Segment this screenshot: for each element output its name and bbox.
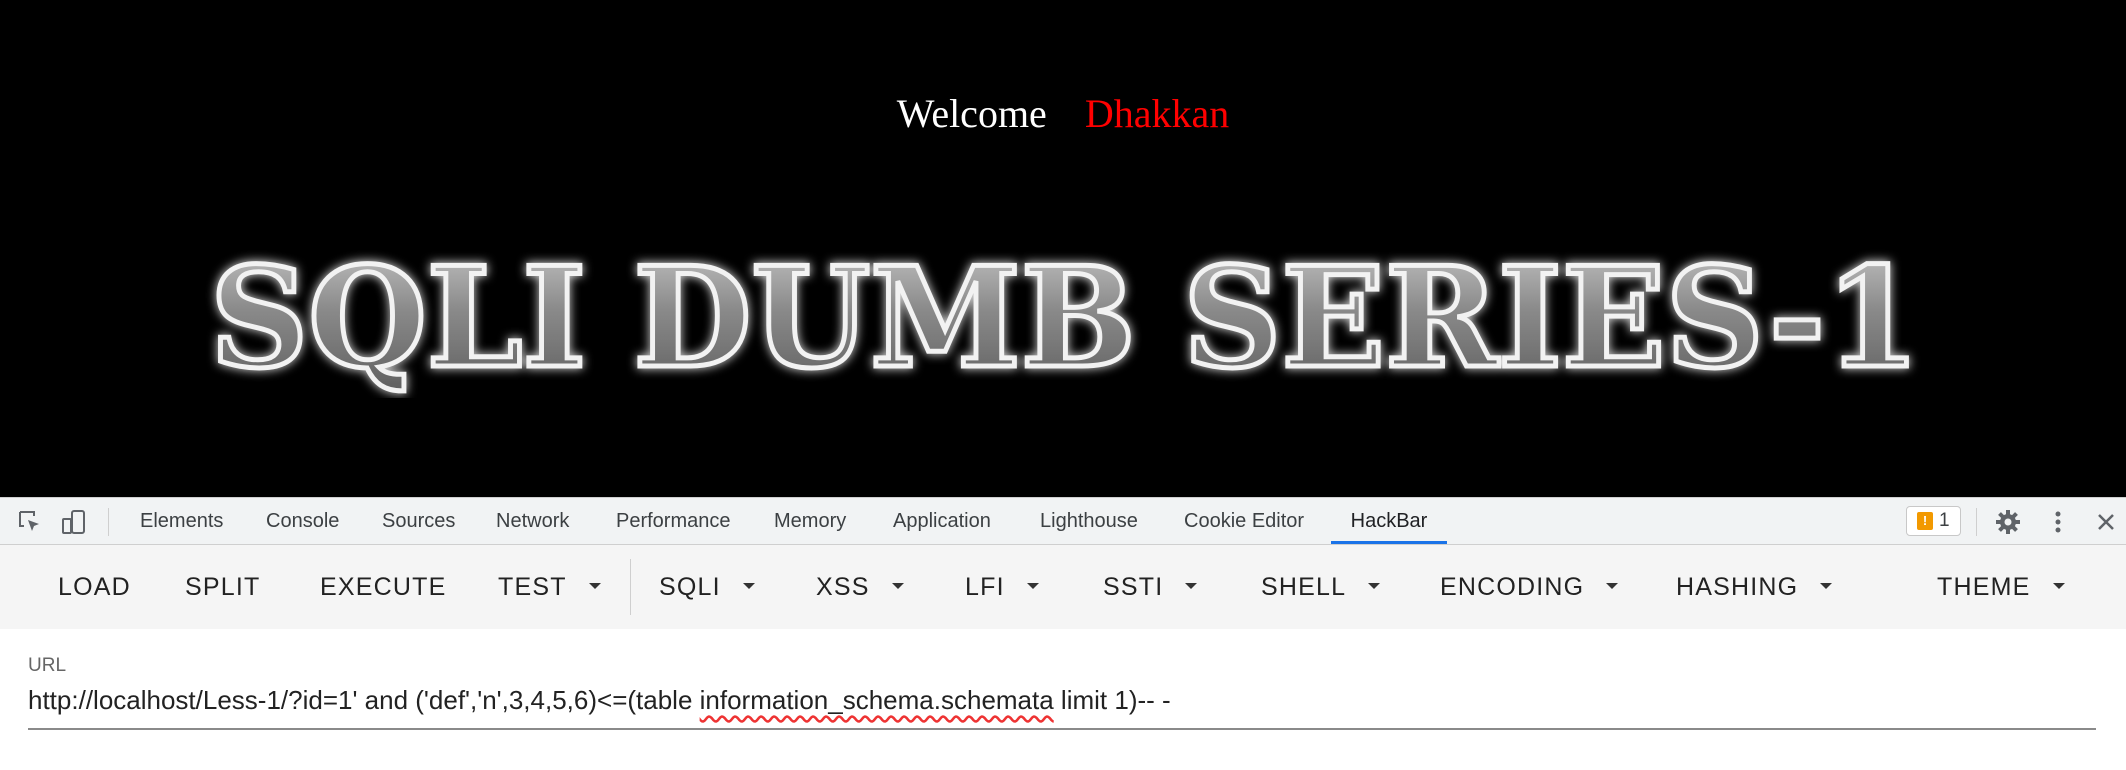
- user-name: Dhakkan: [1084, 91, 1230, 136]
- welcome-text: Welcome: [896, 91, 1047, 136]
- issues-badge[interactable]: ! 1: [1906, 506, 1961, 536]
- execute-button-label: EXECUTE: [320, 573, 447, 601]
- chevron-down-icon: [1606, 583, 1619, 590]
- tab-lighthouse[interactable]: Lighthouse: [1028, 498, 1150, 544]
- tab-cookie-editor[interactable]: Cookie Editor: [1172, 498, 1316, 544]
- chevron-down-icon: [1026, 583, 1039, 590]
- encoding-menu-label: ENCODING: [1440, 573, 1585, 601]
- url-text-part: limit 1)-- -: [1053, 685, 1171, 715]
- tab-console[interactable]: Console: [254, 498, 351, 544]
- welcome-line: Welcome Dhakkan: [0, 90, 2126, 137]
- theme-menu-button[interactable]: THEME: [1937, 545, 2065, 629]
- url-text-part: http://localhost/Less-1/?id=1' and ('def…: [28, 685, 700, 715]
- tab-sources[interactable]: Sources: [370, 498, 467, 544]
- lfi-menu-label: LFI: [965, 573, 1005, 601]
- load-button-label: LOAD: [58, 573, 131, 601]
- settings-gear-icon[interactable]: [1994, 508, 2022, 536]
- xss-menu-button[interactable]: XSS: [816, 545, 904, 629]
- toolbar-divider: [1976, 508, 1977, 536]
- shell-menu-button[interactable]: SHELL: [1261, 545, 1381, 629]
- url-input[interactable]: http://localhost/Less-1/?id=1' and ('def…: [28, 685, 2096, 730]
- tab-elements[interactable]: Elements: [128, 498, 235, 544]
- devtools-tab-strip: Elements Console Sources Network Perform…: [0, 497, 2126, 545]
- page-viewport: Welcome Dhakkan SQLI DUMB SERIES-1: [0, 0, 2126, 497]
- tab-network[interactable]: Network: [484, 498, 581, 544]
- sqli-menu-button[interactable]: SQLI: [659, 545, 755, 629]
- shell-menu-label: SHELL: [1261, 573, 1347, 601]
- tab-performance[interactable]: Performance: [604, 498, 743, 544]
- split-button-label: SPLIT: [185, 573, 261, 601]
- chevron-down-icon: [742, 583, 755, 590]
- chevron-down-icon: [2052, 583, 2065, 590]
- chevron-down-icon: [1820, 583, 1833, 590]
- tab-application[interactable]: Application: [881, 498, 1003, 544]
- hashing-menu-button[interactable]: HASHING: [1676, 545, 1833, 629]
- load-button[interactable]: LOAD: [58, 545, 131, 629]
- chevron-down-icon: [588, 583, 601, 590]
- encoding-menu-button[interactable]: ENCODING: [1440, 545, 1619, 629]
- svg-text:SQLI DUMB SERIES-1: SQLI DUMB SERIES-1: [210, 236, 1920, 398]
- toolbar-divider: [630, 559, 631, 615]
- tab-memory[interactable]: Memory: [762, 498, 858, 544]
- warning-icon: !: [1917, 512, 1933, 530]
- chevron-down-icon: [1368, 583, 1381, 590]
- test-menu-label: TEST: [498, 573, 567, 601]
- toolbar-divider: [108, 508, 109, 536]
- sqli-dumb-series-banner: SQLI DUMB SERIES-1: [208, 234, 1923, 399]
- hackbar-toolbar: LOAD SPLIT EXECUTE TEST SQLI XSS LFI SST…: [0, 545, 2126, 629]
- sqli-menu-label: SQLI: [659, 573, 721, 601]
- inspect-element-icon[interactable]: [16, 508, 44, 536]
- theme-menu-label: THEME: [1937, 573, 2031, 601]
- url-label: URL: [28, 655, 67, 676]
- tab-hackbar[interactable]: HackBar: [1331, 498, 1447, 544]
- more-vertical-icon[interactable]: [2044, 508, 2072, 536]
- chevron-down-icon: [1185, 583, 1198, 590]
- split-button[interactable]: SPLIT: [185, 545, 260, 629]
- url-spellcheck-word: information_schema.schemata: [699, 685, 1054, 715]
- test-menu-button[interactable]: TEST: [498, 545, 601, 629]
- chevron-down-icon: [891, 583, 904, 590]
- xss-menu-label: XSS: [816, 573, 870, 601]
- url-field[interactable]: URL http://localhost/Less-1/?id=1' and (…: [28, 655, 2096, 730]
- execute-button[interactable]: EXECUTE: [320, 545, 446, 629]
- ssti-menu-button[interactable]: SSTI: [1103, 545, 1198, 629]
- issues-count: 1: [1939, 510, 1950, 531]
- ssti-menu-label: SSTI: [1103, 573, 1164, 601]
- device-toolbar-icon[interactable]: [60, 508, 88, 536]
- close-icon[interactable]: [2092, 508, 2120, 536]
- hashing-menu-label: HASHING: [1676, 573, 1799, 601]
- lfi-menu-button[interactable]: LFI: [965, 545, 1039, 629]
